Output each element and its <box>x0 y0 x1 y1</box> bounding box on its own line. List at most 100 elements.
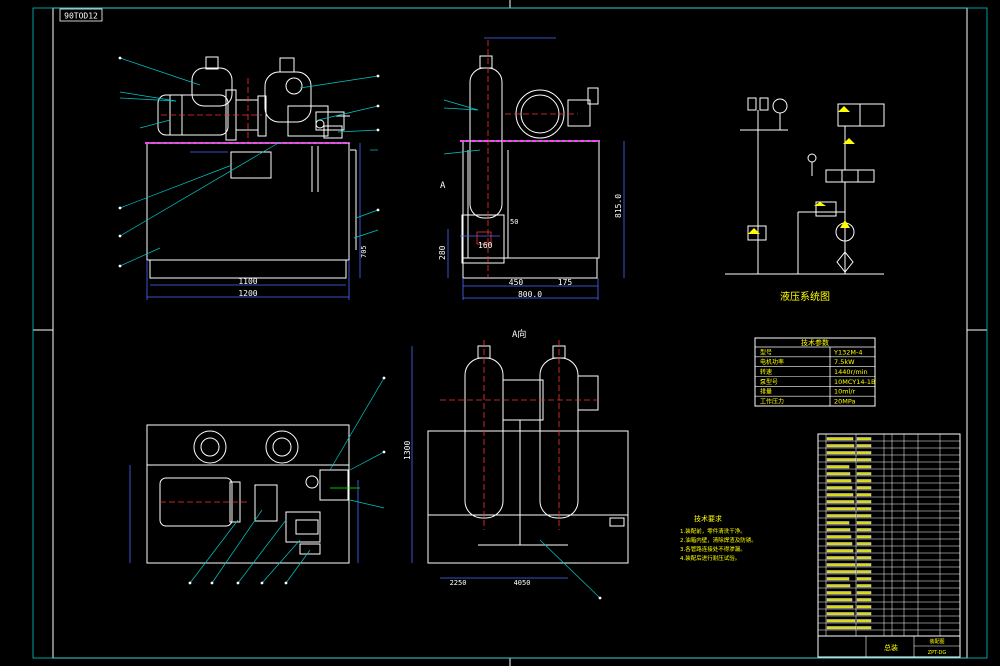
parts-row-text-mark <box>856 619 872 623</box>
param-label: 泵型号 <box>760 378 778 386</box>
title-block-title: 总装 <box>884 643 898 652</box>
parts-row-text-mark <box>826 535 852 539</box>
parts-row-text-mark <box>856 444 872 448</box>
parts-row-text-mark <box>826 444 855 448</box>
parts-row-text-mark <box>826 486 853 490</box>
stamp-text: 90TOD12 <box>64 12 98 21</box>
parts-row-text-mark <box>856 598 872 602</box>
parts-row-text-mark <box>856 549 872 553</box>
parts-row-text-mark <box>826 479 852 483</box>
parts-row-text-mark <box>856 479 872 483</box>
hydraulic-schematic: 液压系统图 <box>725 97 885 303</box>
aux-view-label: A向 <box>512 328 526 340</box>
parts-row-text-mark <box>826 472 851 476</box>
title-block-code: ZPT-DG <box>928 650 947 656</box>
parts-row-text-mark <box>826 591 852 595</box>
param-value: 10ml/r <box>834 388 856 396</box>
parts-row-text-mark <box>826 514 857 518</box>
parts-row-text-mark <box>856 605 872 609</box>
parts-row-text-mark <box>856 584 872 588</box>
aux-dim-w-right: 4050 <box>514 579 531 587</box>
parts-row-text-mark <box>856 486 872 490</box>
parts-row-text-mark <box>826 465 850 469</box>
parts-row-text-mark <box>856 451 872 455</box>
param-label: 电机功率 <box>760 358 784 366</box>
parts-row-text-mark <box>826 451 856 455</box>
aux-view: A向 1300 2250 4050 <box>403 328 629 600</box>
parts-row-text-mark <box>826 556 855 560</box>
aux-dim-height: 1300 <box>403 441 412 460</box>
parts-row-text-mark <box>826 528 851 532</box>
param-label: 转速 <box>760 368 772 376</box>
parts-row-text-mark <box>856 458 872 462</box>
front-dim-overall-b: 1200 <box>238 289 257 298</box>
tech-params-table: 技术参数 型号 Y132M-4 电机功率 7.5kW 转速 1440r/min 泵型号 10M… <box>754 337 876 407</box>
parts-row-text-mark <box>826 507 856 511</box>
tech-req-line: 4.装配后进行耐压试验。 <box>680 554 740 562</box>
parts-row-text-mark <box>856 570 872 574</box>
parts-row-text-mark <box>826 521 850 525</box>
param-value: 1440r/min <box>834 368 868 376</box>
parts-row-text-mark <box>856 465 872 469</box>
parts-row-text-mark <box>856 563 872 567</box>
tech-req-line: 1.装配前，零件清洗干净。 <box>680 527 746 535</box>
parts-row-text-mark <box>856 472 872 476</box>
parts-row-text-mark <box>856 591 872 595</box>
side-dim-small: 160 <box>478 241 493 250</box>
title-block: 总装 装配图 ZPT-DG <box>817 635 961 658</box>
parts-row-text-mark <box>856 437 872 441</box>
parts-row-text-mark <box>826 577 850 581</box>
parts-row-text-mark <box>856 521 872 525</box>
parts-row-text-mark <box>856 626 872 630</box>
parts-row-text-mark <box>826 605 854 609</box>
parts-row-text-mark <box>856 500 872 504</box>
param-label: 型号 <box>760 348 772 356</box>
parts-row-text-mark <box>856 514 872 518</box>
side-dim-height: 815.0 <box>614 194 623 218</box>
param-value: Y132M-4 <box>833 348 862 356</box>
parts-row-text-mark <box>826 570 857 574</box>
parts-row-text-mark <box>826 584 851 588</box>
param-label: 工作压力 <box>760 398 784 406</box>
hydraulic-title: 液压系统图 <box>780 290 830 303</box>
side-dim-total: 800.0 <box>518 290 542 299</box>
parts-row-text-mark <box>856 535 872 539</box>
parts-row-text-mark <box>826 500 855 504</box>
parts-row-text-mark <box>856 577 872 581</box>
parts-list <box>817 433 961 637</box>
parts-row-text-mark <box>826 612 855 616</box>
param-value: 20MPa <box>834 398 856 406</box>
side-view-label: A <box>440 181 446 191</box>
param-value: 10MCY14-1B <box>834 378 876 386</box>
side-dim-depth-b: 175 <box>558 278 573 287</box>
parts-row-text-mark <box>856 612 872 616</box>
parts-row-text-mark <box>826 598 853 602</box>
param-value: 7.5kW <box>834 358 855 366</box>
cad-drawing-canvas: 90TOD12 1100 1200 705 450 175 800.0 815.… <box>32 0 988 666</box>
side-dim-depth-a: 450 <box>509 278 524 287</box>
parts-row-text-mark <box>856 542 872 546</box>
parts-row-text-mark <box>826 563 856 567</box>
parts-row-text-mark <box>826 458 857 462</box>
tech-req-line: 2.油箱内壁，清除焊渣及防锈。 <box>680 536 757 544</box>
parts-row-text-mark <box>826 549 854 553</box>
front-dim-height: 705 <box>360 245 368 258</box>
side-view: 450 175 800.0 815.0 280 160 50 A <box>438 37 625 300</box>
aux-dim-w-left: 2250 <box>450 579 467 587</box>
tech-req-title: 技术要求 <box>694 514 722 523</box>
front-dim-overall-a: 1100 <box>238 277 257 286</box>
tech-requirements: 技术要求 1.装配前，零件清洗干净。2.油箱内壁，清除焊渣及防锈。3.各管路连接… <box>680 514 757 562</box>
parts-row-text-mark <box>826 437 854 441</box>
side-dim-base-h: 280 <box>438 245 447 260</box>
parts-row-text-mark <box>856 507 872 511</box>
side-dim-s50: 50 <box>510 218 518 226</box>
parts-row-text-mark <box>856 556 872 560</box>
tech-req-line: 3.各管路连接处不得渗漏。 <box>680 545 746 553</box>
parts-row-text-mark <box>826 493 854 497</box>
parts-row-text-mark <box>826 542 853 546</box>
parts-row-text-mark <box>856 493 872 497</box>
front-view: 1100 1200 705 <box>118 56 380 300</box>
parts-row-text-mark <box>856 528 872 532</box>
tech-params-header: 技术参数 <box>801 338 829 347</box>
parts-row-text-mark <box>826 626 857 630</box>
